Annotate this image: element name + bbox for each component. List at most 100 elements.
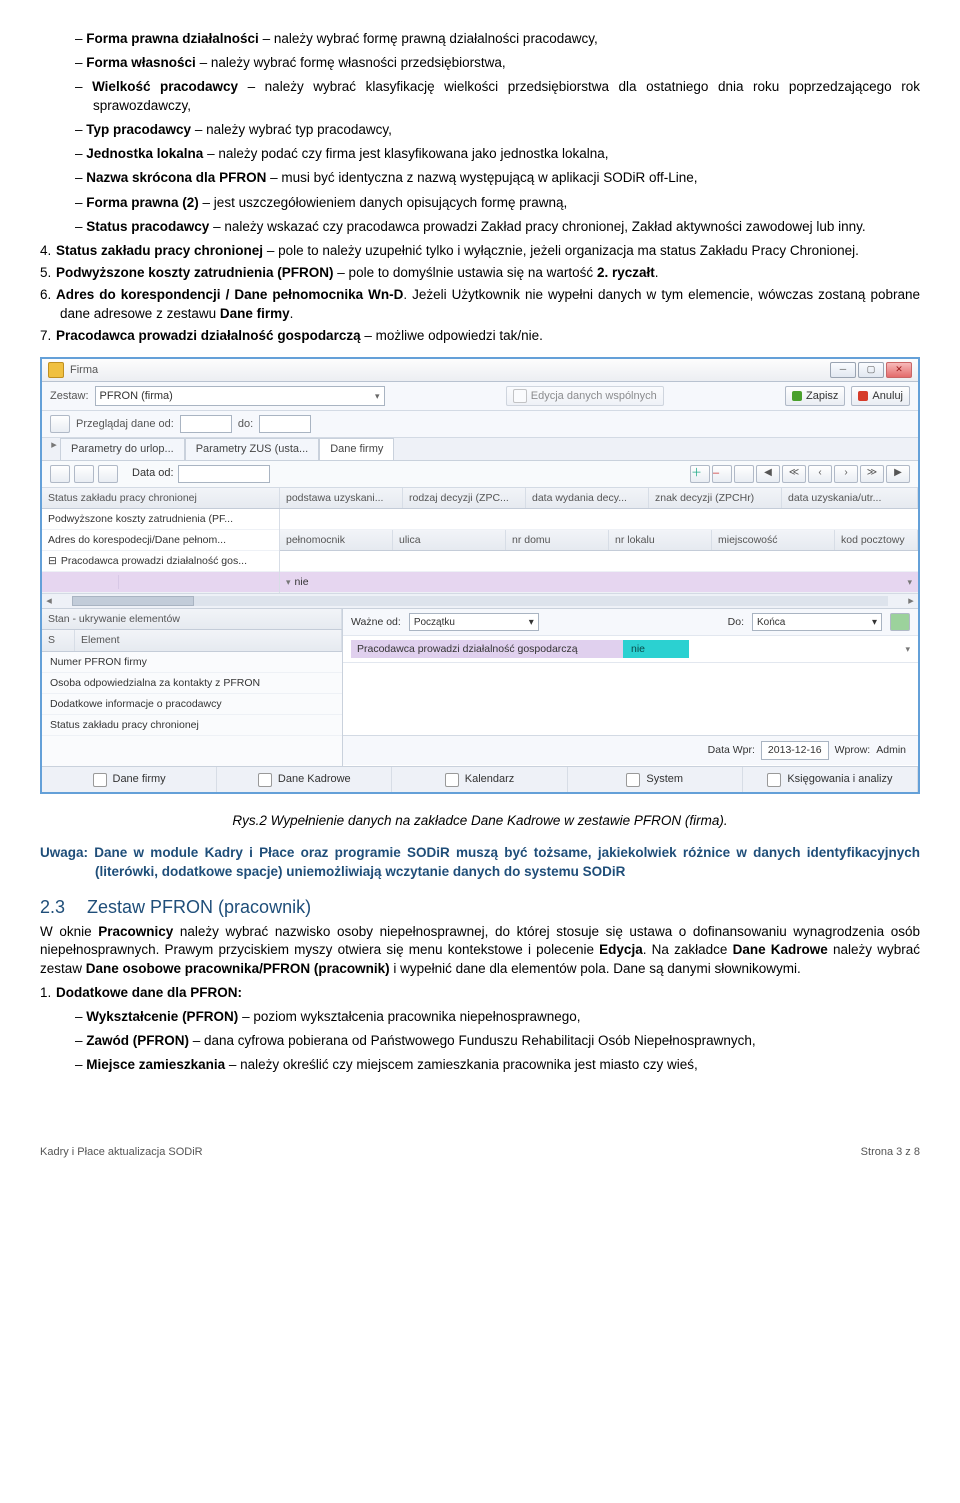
btab-danefirmy[interactable]: Dane firmy	[42, 767, 217, 792]
btab-system[interactable]: System	[568, 767, 743, 792]
bullet-zawod: Zawód (PFRON) – dana cyfrowa pobierana o…	[75, 1032, 920, 1050]
wazneod-label: Ważne od:	[351, 615, 401, 629]
footer-right: Strona 3 z 8	[861, 1145, 920, 1160]
add-icon[interactable]: ＋	[690, 465, 710, 483]
col-datawyd[interactable]: data wydania decy...	[526, 488, 649, 508]
col-podstawa[interactable]: podstawa uzyskani...	[280, 488, 403, 508]
row-podwyzszone[interactable]: Podwyższone koszty zatrudnienia (PF...	[42, 509, 279, 530]
tab-dane-firmy[interactable]: Dane firmy	[319, 438, 394, 460]
toolbar-zestaw: Zestaw: PFRON (firma) ▾ Edycja danych ws…	[42, 382, 918, 411]
lower-split: Stan - ukrywanie elementów S Element Num…	[42, 608, 918, 766]
toolbar-icon-2[interactable]	[74, 465, 94, 483]
row-purple-left[interactable]	[42, 572, 279, 593]
left-item-osoba[interactable]: Osoba odpowiedzialna za kontakty z PFRON	[42, 673, 342, 694]
minus-icon: ⊟	[48, 554, 57, 568]
btab-ksiegowania[interactable]: Księgowania i analizy	[743, 767, 918, 792]
do-dropdown[interactable]: Końca▾	[752, 613, 882, 631]
edycja-wspolnych-button[interactable]: Edycja danych wspólnych	[506, 386, 664, 406]
col-status[interactable]: Status zakładu pracy chronionej	[42, 488, 280, 508]
row-purple-right[interactable]: ▾ nie ▾	[280, 572, 918, 593]
zestaw-value: PFRON (firma)	[100, 389, 173, 404]
doc-icon	[93, 773, 107, 787]
row-adres[interactable]: Adres do korespodecji/Dane pełnom...	[42, 530, 279, 551]
datawpr-label: Data Wpr:	[708, 743, 755, 757]
chevron-down-icon[interactable]: ▾	[905, 643, 910, 655]
left-item-numer[interactable]: Numer PFRON firmy	[42, 652, 342, 673]
chevron-down-icon: ▾	[286, 576, 291, 588]
cancel-icon	[858, 391, 868, 401]
section-body: W oknie Pracownicy należy wybrać nazwisk…	[40, 923, 920, 978]
anuluj-button[interactable]: Anuluj	[851, 386, 910, 406]
left-item-dodatkowe[interactable]: Dodatkowe informacje o pracodawcy	[42, 694, 342, 715]
bullet-jednostka: Jednostka lokalna – należy podać czy fir…	[75, 145, 920, 163]
col-datauzy[interactable]: data uzyskania/utr...	[782, 488, 918, 508]
col-nrlokalu[interactable]: nr lokalu	[609, 530, 712, 550]
col-element[interactable]: Element	[75, 630, 342, 650]
toolbar-icon-1[interactable]	[50, 465, 70, 483]
numbered-list-2: 1.Dodatkowe dane dla PFRON:	[40, 984, 920, 1002]
wazneod-dropdown[interactable]: Początku▾	[409, 613, 539, 631]
dataod-input[interactable]	[178, 465, 270, 483]
col-miejscowosc[interactable]: miejscowość	[712, 530, 835, 550]
btab-kalendarz[interactable]: Kalendarz	[392, 767, 567, 792]
close-button[interactable]: ✕	[886, 362, 912, 378]
col-kod[interactable]: kod pocztowy	[835, 530, 918, 550]
row-podwyzszone-cells	[280, 509, 918, 530]
highlight-value[interactable]: nie	[623, 640, 689, 658]
scrollbar-thumb[interactable]	[72, 596, 194, 606]
stan-header: Stan - ukrywanie elementów	[42, 609, 342, 629]
maximize-button[interactable]: ▢	[858, 362, 884, 378]
uwaga-warning: Uwaga: Dane w module Kadry i Płace oraz …	[40, 844, 920, 880]
dataod-label: Data od:	[132, 466, 174, 481]
figure-caption: Rys.2 Wypełnienie danych na zakładce Dan…	[40, 812, 920, 830]
zestaw-dropdown[interactable]: PFRON (firma) ▾	[95, 386, 385, 406]
nav-first[interactable]: ◀	[756, 465, 780, 483]
wprow-label: Wprow:	[835, 743, 871, 757]
calendar-icon[interactable]	[734, 465, 754, 483]
bullet-forma-wlasnosci: Forma własności – należy wybrać formę wł…	[75, 54, 920, 72]
col-pelnomocnik[interactable]: pełnomocnik	[280, 530, 393, 550]
row-pracodawca[interactable]: ⊟Pracodawca prowadzi działalność gos...	[42, 551, 279, 572]
bullet-list-top: Forma prawna działalności – należy wybra…	[40, 30, 920, 236]
nav-last[interactable]: ▶	[886, 465, 910, 483]
purple-nie-value: nie	[295, 575, 309, 589]
col-rodzaj[interactable]: rodzaj decyzji (ZPC...	[403, 488, 526, 508]
wprow-value: Admin	[876, 743, 906, 757]
nav-next[interactable]: ›	[834, 465, 858, 483]
toolbar-icon-3[interactable]	[98, 465, 118, 483]
przegladaj-label: Przeglądaj dane od:	[76, 417, 174, 432]
scrollbar-horizontal[interactable]: ◂ ▸	[42, 593, 918, 608]
item-5: 5.Podwyższone koszty zatrudnienia (PFRON…	[40, 264, 920, 282]
minimize-button[interactable]: ─	[830, 362, 856, 378]
tab-scroll-left[interactable]: ▸	[48, 438, 60, 460]
tab-parametry-zus[interactable]: Parametry ZUS (usta...	[185, 438, 319, 460]
nav-prevfast[interactable]: ≪	[782, 465, 806, 483]
zestaw-label: Zestaw:	[50, 389, 89, 404]
tool-icon[interactable]	[50, 415, 70, 433]
numbered-list: 4.Status zakładu pracy chronionej – pole…	[40, 242, 920, 345]
datawpr-value: 2013-12-16	[761, 741, 829, 759]
col-ulica[interactable]: ulica	[393, 530, 506, 550]
date-to-input[interactable]	[259, 415, 311, 433]
app-window-firma: Firma ─ ▢ ✕ Zestaw: PFRON (firma) ▾ Edyc…	[40, 357, 920, 794]
btab-danekadrowe[interactable]: Dane Kadrowe	[217, 767, 392, 792]
nav-prev[interactable]: ‹	[808, 465, 832, 483]
remove-icon[interactable]: –	[712, 465, 732, 483]
bullet-wielkosc: Wielkość pracodawcy – należy wybrać klas…	[75, 78, 920, 114]
check-icon	[792, 391, 802, 401]
left-item-status[interactable]: Status zakładu pracy chronionej	[42, 715, 342, 736]
do-label: do:	[238, 417, 253, 432]
col-s[interactable]: S	[42, 630, 75, 650]
date-filter-row: Przeglądaj dane od: do:	[42, 411, 918, 438]
zapisz-button[interactable]: Zapisz	[785, 386, 845, 406]
lower-left-panel: Stan - ukrywanie elementów S Element Num…	[42, 609, 343, 766]
nav-nextfast[interactable]: ≫	[860, 465, 884, 483]
item-7: 7.Pracodawca prowadzi działalność gospod…	[40, 327, 920, 345]
date-from-input[interactable]	[180, 415, 232, 433]
tab-parametry-urlop[interactable]: Parametry do urlop...	[60, 438, 185, 460]
page-footer: Kadry i Płace aktualizacja SODiR Strona …	[40, 1145, 920, 1160]
globe-icon[interactable]	[890, 613, 910, 631]
bullet-wyksztalcenie: Wykształcenie (PFRON) – poziom wykształc…	[75, 1008, 920, 1026]
col-znak[interactable]: znak decyzji (ZPCHr)	[649, 488, 782, 508]
col-nrdomu[interactable]: nr domu	[506, 530, 609, 550]
